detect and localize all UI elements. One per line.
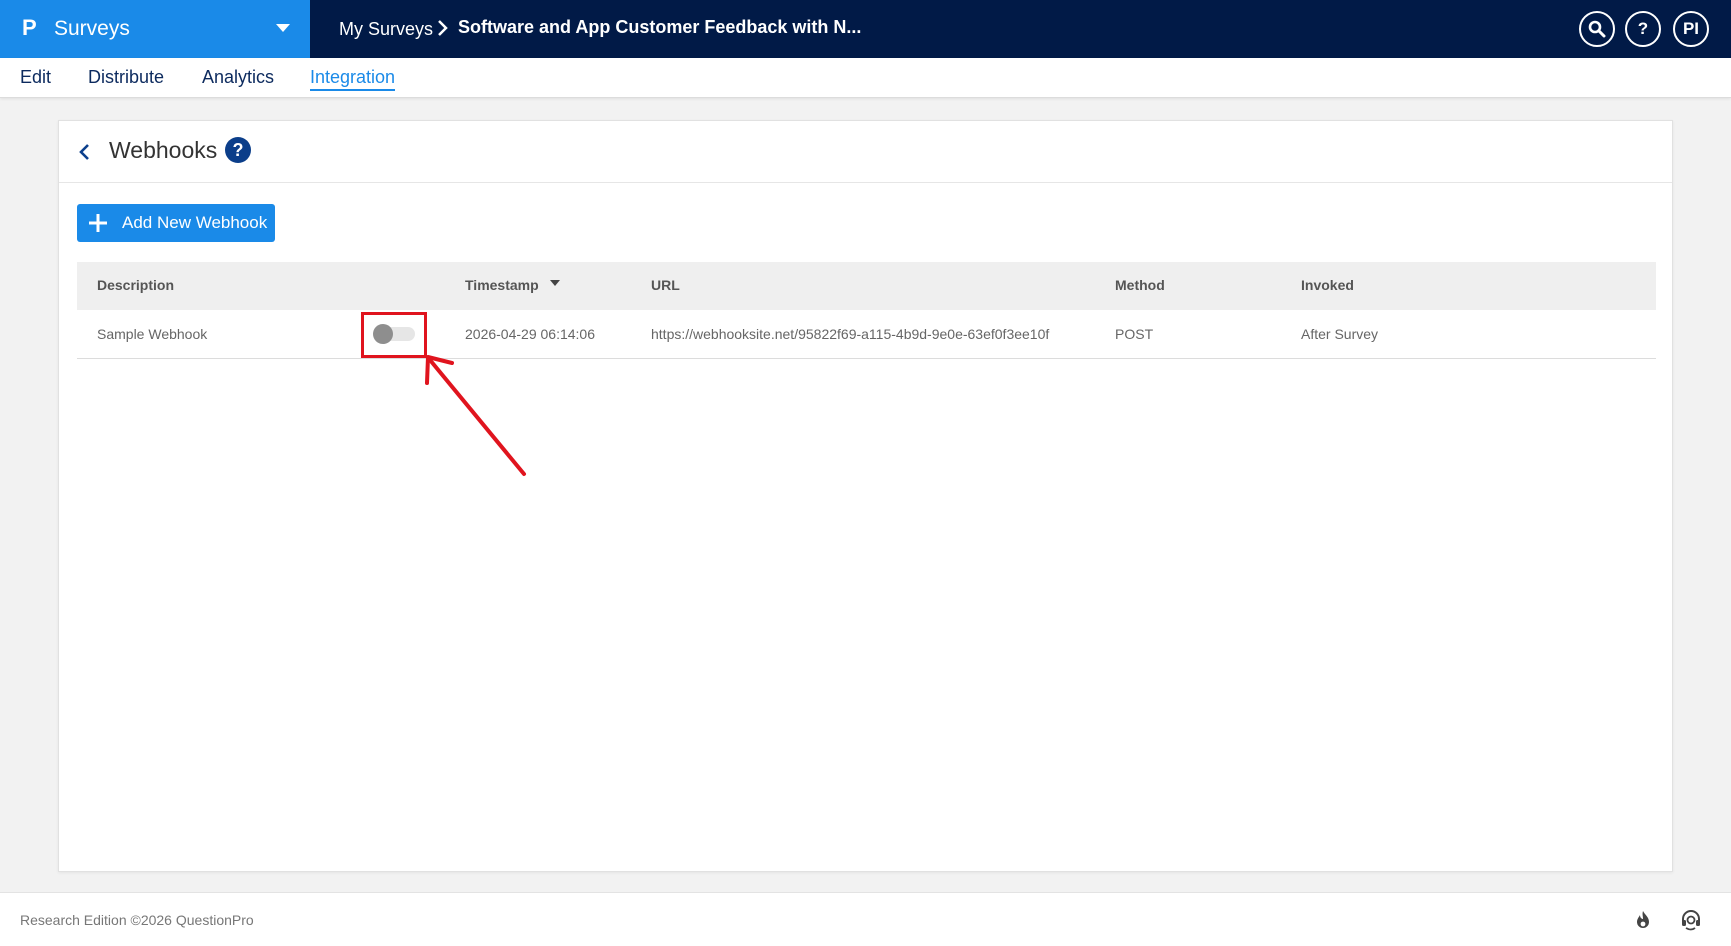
- plus-icon: [89, 214, 107, 232]
- webhooks-card: Webhooks ? Add New Webhook Description T…: [58, 120, 1673, 872]
- add-new-webhook-label: Add New Webhook: [122, 213, 268, 232]
- table-header: Description Timestamp URL Method Invoked: [77, 262, 1656, 310]
- product-name: Surveys: [54, 17, 130, 40]
- top-bar: P Surveys My Surveys Software and App Cu…: [0, 0, 1731, 58]
- column-description: Description: [97, 277, 175, 293]
- search-icon: [1588, 20, 1606, 38]
- column-timestamp[interactable]: Timestamp: [465, 277, 560, 293]
- tab-analytics[interactable]: Analytics: [202, 67, 274, 88]
- search-button[interactable]: [1579, 11, 1615, 47]
- footer-copyright: Research Edition ©2026 QuestionPro: [20, 912, 254, 928]
- avatar-initials: PI: [1682, 19, 1700, 38]
- sort-down-icon[interactable]: [550, 280, 560, 286]
- column-invoked: Invoked: [1301, 277, 1354, 293]
- brand-logo-icon: P: [22, 15, 37, 40]
- webhook-description: Sample Webhook: [97, 326, 208, 342]
- tab-edit[interactable]: Edit: [20, 67, 51, 88]
- add-new-webhook-button[interactable]: Add New Webhook: [77, 204, 275, 242]
- survey-nav: Edit Distribute Analytics Integration: [0, 58, 1731, 98]
- page-title: Webhooks: [109, 137, 218, 163]
- chevron-down-icon[interactable]: [276, 24, 290, 32]
- help-icon: ?: [1637, 19, 1649, 38]
- column-url: URL: [651, 277, 680, 293]
- card-header: Webhooks ?: [59, 121, 1672, 183]
- tab-integration[interactable]: Integration: [310, 67, 396, 91]
- footer: Research Edition ©2026 QuestionPro: [0, 892, 1731, 946]
- breadcrumb-current-survey: Software and App Customer Feedback with …: [458, 17, 862, 37]
- column-method: Method: [1115, 277, 1165, 293]
- help-button[interactable]: ?: [1625, 11, 1661, 47]
- tab-distribute[interactable]: Distribute: [88, 67, 164, 88]
- webhook-invoked: After Survey: [1301, 326, 1379, 342]
- user-avatar[interactable]: PI: [1673, 11, 1709, 47]
- chevron-right-icon: [438, 20, 448, 36]
- support-headset-icon[interactable]: [1680, 909, 1702, 931]
- help-icon[interactable]: ?: [225, 137, 251, 163]
- webhook-timestamp: 2026-04-29 06:14:06: [465, 326, 595, 342]
- table-row: Sample Webhook 2026-04-29 06:14:06 https…: [77, 310, 1656, 359]
- back-chevron-icon[interactable]: [77, 141, 91, 163]
- flame-icon[interactable]: [1632, 909, 1654, 931]
- product-switcher[interactable]: P Surveys: [0, 0, 310, 58]
- annotation-highlight-box: [361, 312, 427, 358]
- webhook-method: POST: [1115, 326, 1154, 342]
- webhook-url: https://webhooksite.net/95822f69-a115-4b…: [651, 326, 1050, 342]
- breadcrumb-my-surveys[interactable]: My Surveys: [339, 19, 433, 40]
